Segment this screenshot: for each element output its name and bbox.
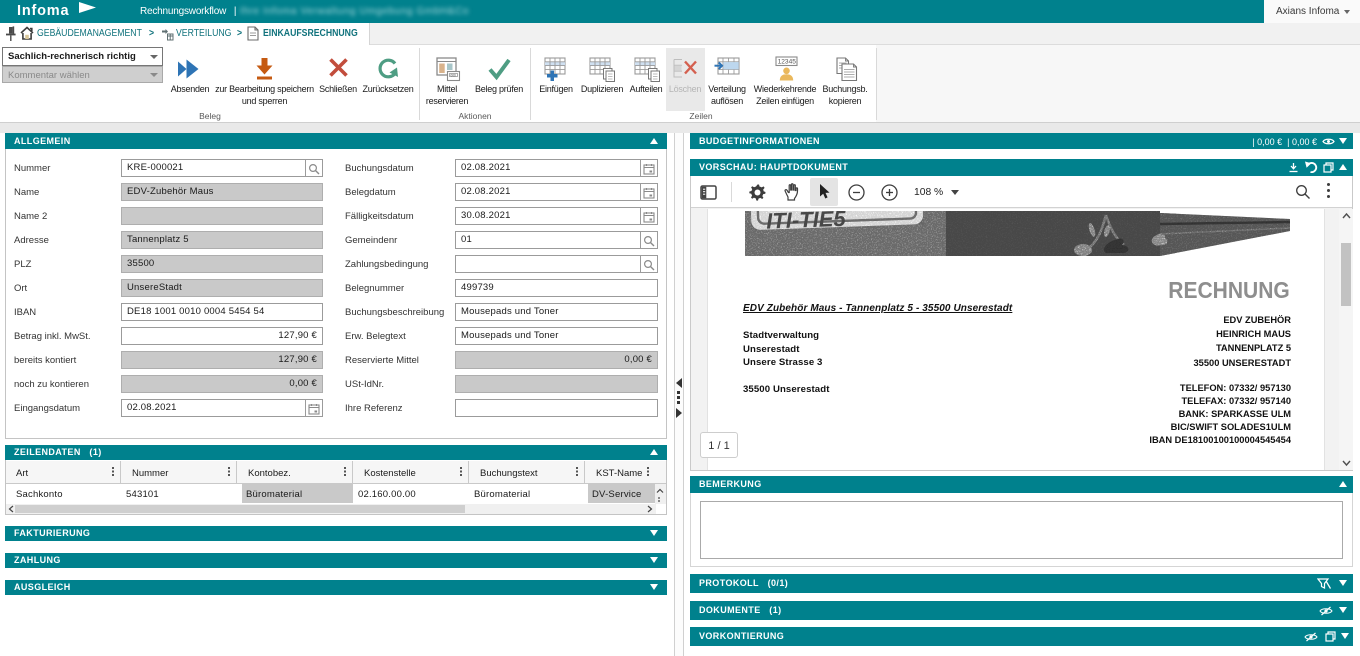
svg-text:000: 000 (451, 73, 457, 77)
svg-text:12345: 12345 (778, 59, 797, 66)
